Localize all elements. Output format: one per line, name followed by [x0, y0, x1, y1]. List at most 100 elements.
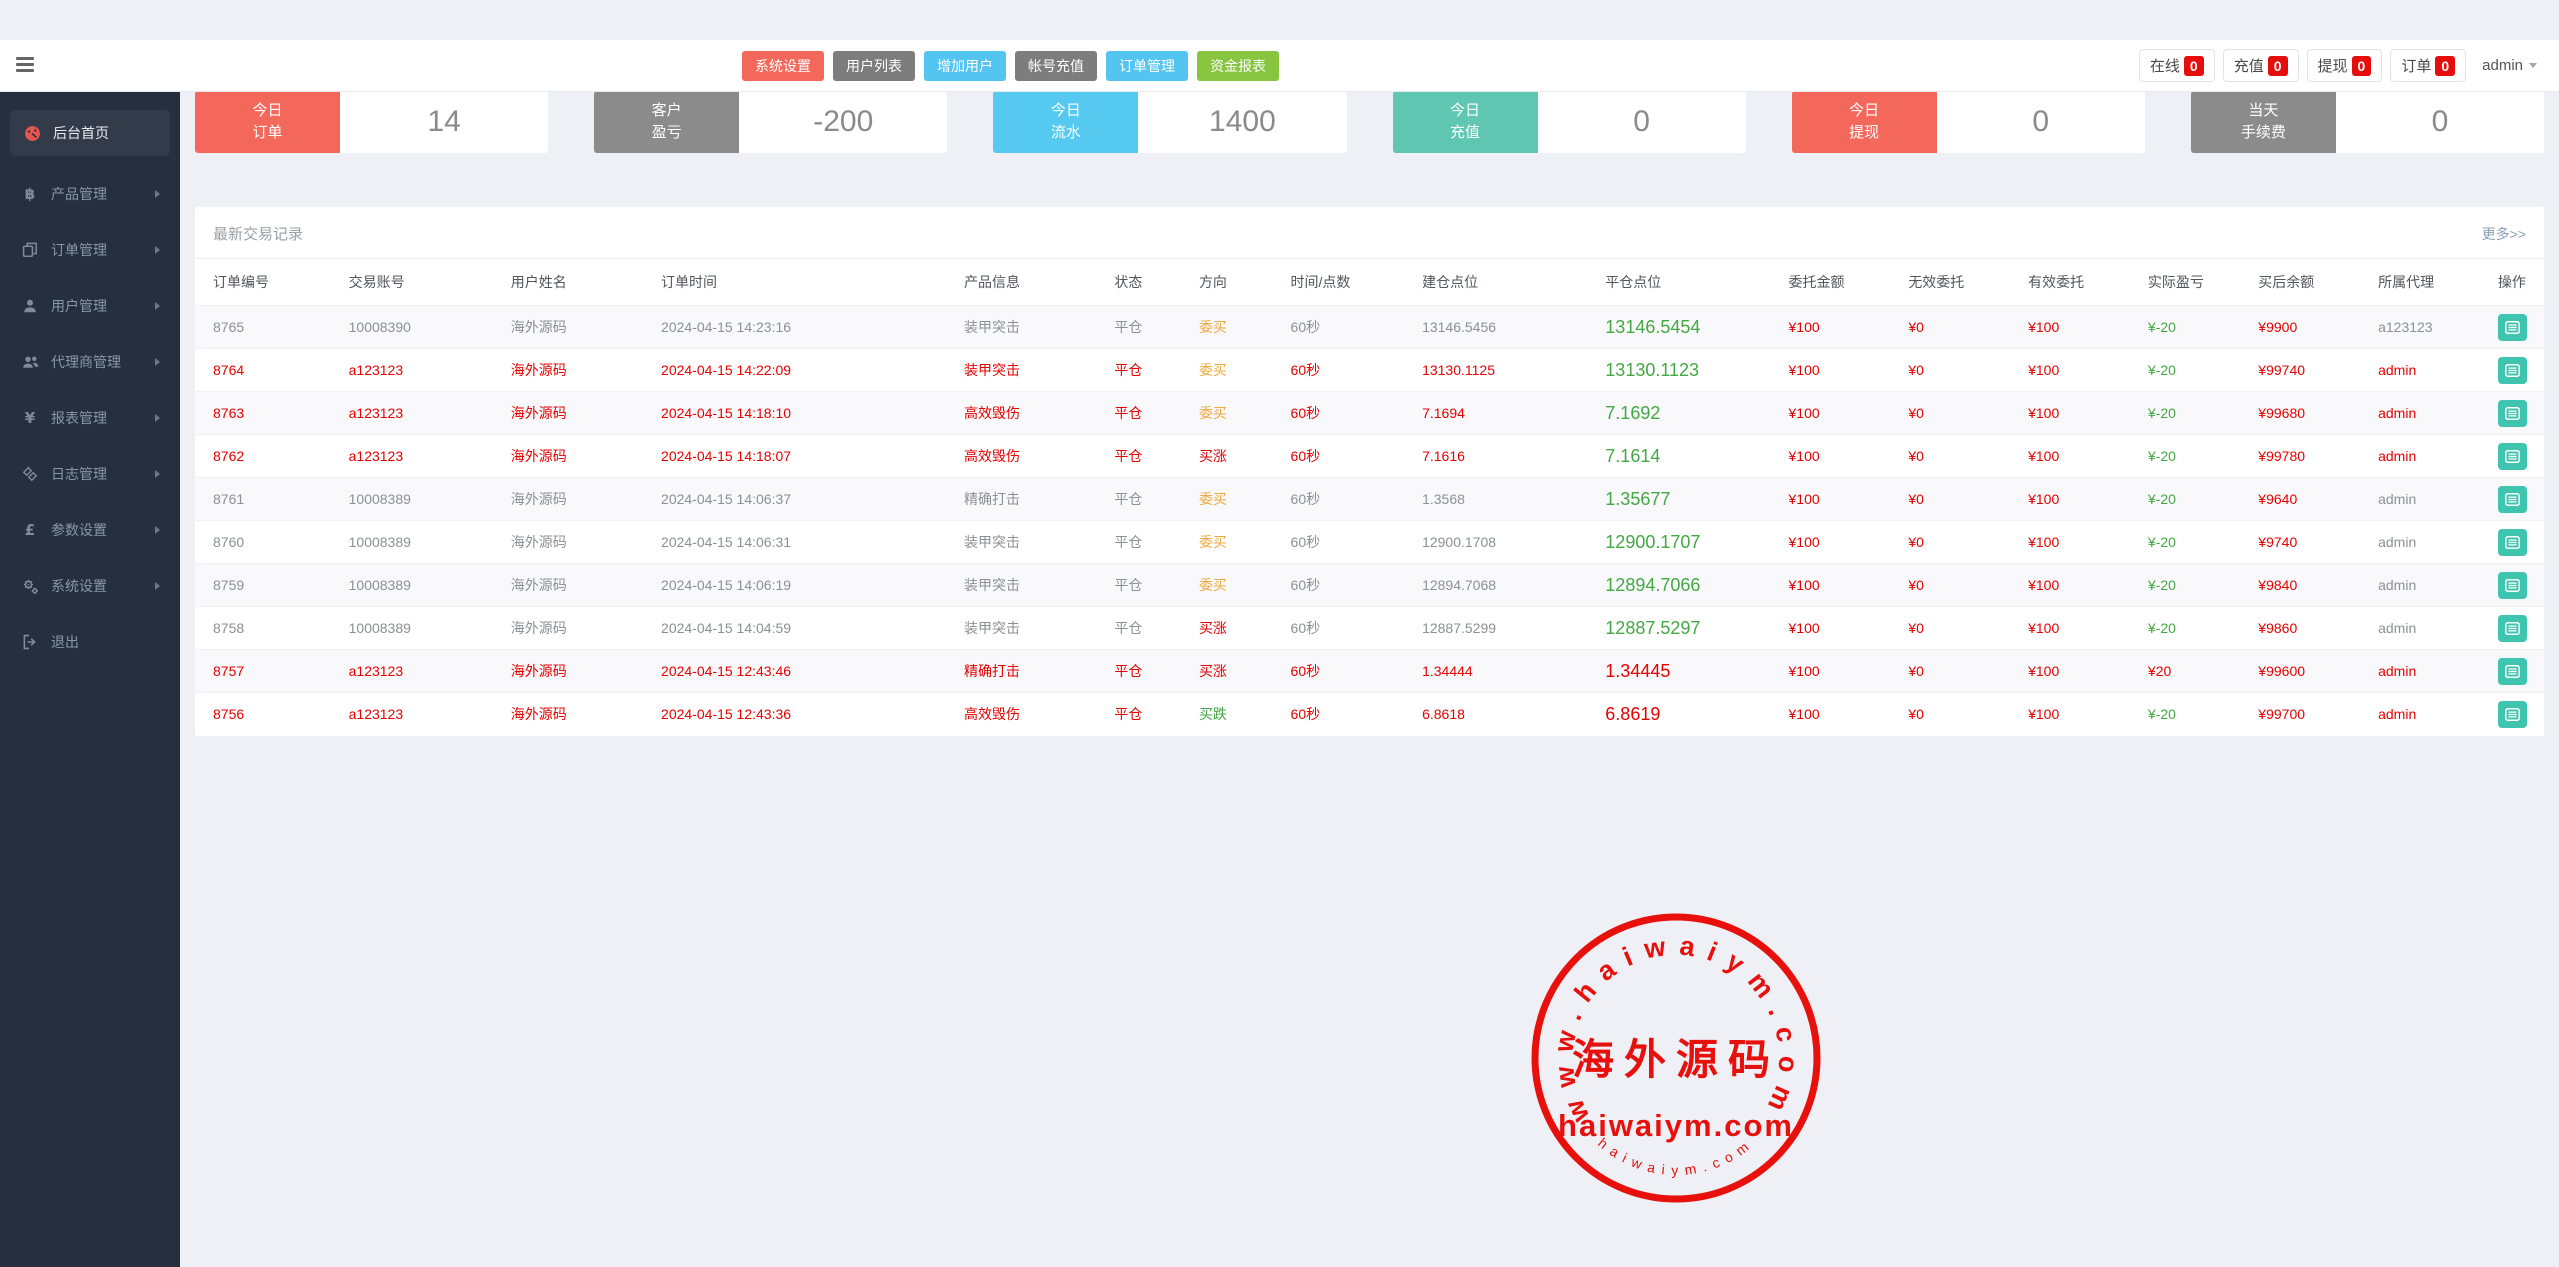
- status-badge[interactable]: 在线0: [2139, 49, 2215, 82]
- sidebar: 后台首页 ฿产品管理订单管理用户管理代理商管理¥报表管理日志管理£参数设置系统设置…: [0, 92, 180, 1267]
- sidebar-item-label: 后台首页: [53, 123, 109, 143]
- cell-close-point: 12894.7066: [1597, 564, 1780, 607]
- cell-order-time: 2024-04-15 14:06:37: [653, 478, 956, 521]
- status-badge[interactable]: 提现0: [2307, 49, 2383, 82]
- badge-label: 订单: [2401, 55, 2431, 76]
- user-menu-label: admin: [2482, 57, 2523, 74]
- stamp-center-text: 海外源码: [1572, 1035, 1780, 1084]
- trades-table: 订单编号交易账号用户姓名订单时间产品信息状态方向时间/点数建仓点位平仓点位委托金…: [195, 259, 2544, 736]
- cell-amount: ¥100: [1781, 650, 1901, 693]
- sidebar-item-params[interactable]: £参数设置: [0, 502, 180, 558]
- cell-account: a123123: [341, 392, 503, 435]
- cell-agent: a123123: [2370, 306, 2490, 349]
- status-badge-group: 在线0充值0提现0订单0: [2139, 49, 2466, 82]
- cell-status: 平仓: [1106, 306, 1191, 349]
- sidebar-item-user[interactable]: 用户管理: [0, 278, 180, 334]
- stat-card: 今日流水1400: [993, 91, 1346, 153]
- cell-close-point: 1.34445: [1597, 650, 1780, 693]
- order-detail-button[interactable]: [2498, 314, 2527, 341]
- params-icon: £: [20, 521, 40, 539]
- column-header: 委托金额: [1781, 259, 1901, 306]
- main-content: 今日新增用户：3总用户：1144代理数：2虚拟会员数：0用户总余额：257093…: [180, 40, 2559, 736]
- cell-action: [2490, 306, 2544, 349]
- stat-card-label-line: 提现: [1849, 122, 1879, 144]
- stat-card-label-line: 当天: [2248, 100, 2278, 122]
- cell-account: a123123: [341, 349, 503, 392]
- quick-action-button[interactable]: 增加用户: [924, 51, 1006, 81]
- sidebar-item-settings[interactable]: 系统设置: [0, 558, 180, 614]
- cell-agent: admin: [2370, 435, 2490, 478]
- more-link[interactable]: 更多>>: [2482, 224, 2526, 244]
- table-row: 8756a123123海外源码2024-04-15 12:43:36高效毁伤平仓…: [195, 693, 2544, 736]
- order-detail-button[interactable]: [2498, 400, 2527, 427]
- order-detail-button[interactable]: [2498, 658, 2527, 685]
- cell-invalid: ¥0: [1900, 435, 2020, 478]
- sidebar-item-product[interactable]: ฿产品管理: [0, 166, 180, 222]
- column-header: 买后余额: [2250, 259, 2370, 306]
- cell-balance: ¥99600: [2250, 650, 2370, 693]
- sidebar-item-logs[interactable]: 日志管理: [0, 446, 180, 502]
- hamburger-menu-icon[interactable]: [16, 57, 36, 75]
- order-detail-button[interactable]: [2498, 529, 2527, 556]
- chevron-down-icon: [2529, 63, 2537, 68]
- sidebar-item-orders[interactable]: 订单管理: [0, 222, 180, 278]
- quick-action-button[interactable]: 订单管理: [1106, 51, 1188, 81]
- cell-amount: ¥100: [1781, 435, 1901, 478]
- order-detail-button[interactable]: [2498, 357, 2527, 384]
- stat-card-value: 1400: [1138, 91, 1346, 153]
- cell-status: 平仓: [1106, 349, 1191, 392]
- cell-invalid: ¥0: [1900, 306, 2020, 349]
- order-detail-button[interactable]: [2498, 572, 2527, 599]
- cell-order-id: 8756: [195, 693, 341, 736]
- sidebar-item-label: 系统设置: [51, 576, 107, 596]
- order-detail-button[interactable]: [2498, 615, 2527, 642]
- quick-action-button[interactable]: 帐号充值: [1015, 51, 1097, 81]
- column-header: 建仓点位: [1414, 259, 1597, 306]
- stat-card-label-line: 订单: [252, 122, 282, 144]
- stat-card-label-line: 今日: [1849, 100, 1879, 122]
- order-detail-button[interactable]: [2498, 486, 2527, 513]
- column-header: 时间/点数: [1283, 259, 1415, 306]
- status-badge[interactable]: 充值0: [2223, 49, 2299, 82]
- cell-user-name: 海外源码: [503, 693, 653, 736]
- cell-valid: ¥100: [2020, 392, 2140, 435]
- logs-icon: [20, 466, 40, 482]
- stat-card: 客户盈亏-200: [594, 91, 947, 153]
- cell-invalid: ¥0: [1900, 478, 2020, 521]
- watermark-stamp: www.haiwaiym.com 海外源码 haiwaiym.com haiwa…: [1526, 908, 1826, 1208]
- stat-card-label: 今日充值: [1393, 91, 1538, 153]
- quick-action-button[interactable]: 资金报表: [1197, 51, 1279, 81]
- cell-invalid: ¥0: [1900, 650, 2020, 693]
- cell-order-id: 8763: [195, 392, 341, 435]
- status-badge[interactable]: 订单0: [2390, 49, 2466, 82]
- report-icon: ¥: [20, 409, 40, 427]
- settings-icon: [20, 578, 40, 595]
- cell-product: 装甲突击: [956, 349, 1106, 392]
- cell-action: [2490, 392, 2544, 435]
- cell-profit: ¥-20: [2140, 564, 2250, 607]
- cell-agent: admin: [2370, 349, 2490, 392]
- order-detail-button[interactable]: [2498, 443, 2527, 470]
- cell-order-time: 2024-04-15 12:43:46: [653, 650, 956, 693]
- badge-label: 在线: [2150, 55, 2180, 76]
- latest-trades-panel: 最新交易记录 更多>> 订单编号交易账号用户姓名订单时间产品信息状态方向时间/点…: [195, 207, 2544, 736]
- stat-card-label-line: 盈亏: [652, 122, 682, 144]
- user-menu[interactable]: admin: [2474, 49, 2545, 82]
- sidebar-item-home[interactable]: 后台首页: [10, 110, 170, 156]
- cell-direction: 买跌: [1191, 693, 1283, 736]
- sidebar-item-logout[interactable]: 退出: [0, 614, 180, 670]
- stat-card: 今日提现0: [1792, 91, 2145, 153]
- cell-amount: ¥100: [1781, 564, 1901, 607]
- column-header: 交易账号: [341, 259, 503, 306]
- stat-card-label-line: 手续费: [2241, 122, 2286, 144]
- order-detail-button[interactable]: [2498, 701, 2527, 728]
- cell-invalid: ¥0: [1900, 607, 2020, 650]
- cell-valid: ¥100: [2020, 521, 2140, 564]
- quick-action-button[interactable]: 系统设置: [742, 51, 824, 81]
- sidebar-item-agents[interactable]: 代理商管理: [0, 334, 180, 390]
- cell-open-point: 1.3568: [1414, 478, 1597, 521]
- sidebar-item-report[interactable]: ¥报表管理: [0, 390, 180, 446]
- quick-action-button[interactable]: 用户列表: [833, 51, 915, 81]
- cell-agent: admin: [2370, 564, 2490, 607]
- cell-amount: ¥100: [1781, 392, 1901, 435]
